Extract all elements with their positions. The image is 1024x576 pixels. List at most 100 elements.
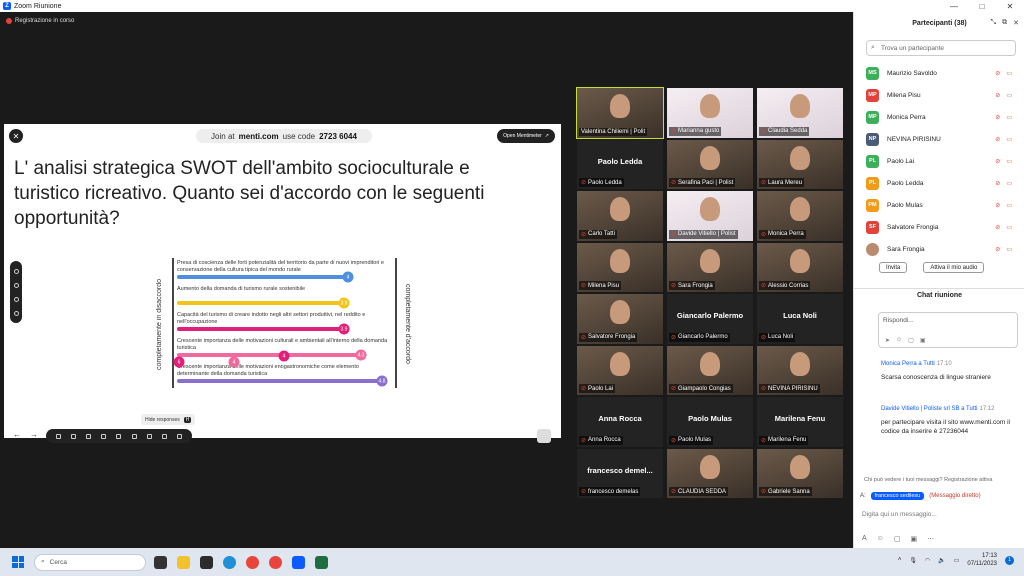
minimize-button[interactable]: — (940, 0, 968, 12)
close-panel-icon[interactable]: ✕ (1013, 19, 1019, 27)
store-icon[interactable] (200, 555, 213, 569)
participant-row[interactable]: PM Paolo Mulas ⊘ ▭ (866, 194, 1016, 216)
participant-row[interactable]: PL Paolo Lai ⊘ ▭ (866, 150, 1016, 172)
participant-name: Paolo Ledda (887, 179, 924, 187)
participant-video-tile[interactable]: ⊘ CLAUDIA SEDDA (667, 448, 753, 498)
participant-row[interactable]: PL Paolo Ledda ⊘ ▭ (866, 172, 1016, 194)
participant-video-tile[interactable]: ⊘ Salvatore Frongia (577, 294, 663, 344)
mic-muted-icon: ⊘ (995, 136, 1001, 143)
taskbar-search-input[interactable]: ⌕ Cerca (34, 553, 146, 571)
grid-icon[interactable] (146, 433, 152, 439)
participant-video-tile[interactable]: ⊘ Marianna gusto (667, 88, 753, 138)
hide-results-icon[interactable] (71, 433, 77, 439)
participant-video-tile[interactable]: francesco demel... ⊘ francesco demelas (577, 448, 663, 498)
qa-icon[interactable] (131, 433, 137, 439)
reply-tools: ➤ ☺ ▢ ▣ (885, 337, 926, 344)
edge-icon[interactable] (223, 555, 236, 569)
windows-start-icon[interactable] (12, 556, 24, 568)
comments-icon[interactable] (116, 433, 122, 439)
privacy-note[interactable]: Chi può vedere i tuoi messaggi? Registra… (864, 477, 992, 483)
previous-slide-icon[interactable]: ← (13, 430, 21, 439)
participant-video-tile[interactable]: ⊘ Claudia Sedda (757, 88, 843, 138)
recipient-dropdown[interactable]: francesco sedilesu (870, 492, 925, 500)
participant-search-input[interactable]: ⌕ Trova un partecipante (866, 40, 1016, 56)
file-icon[interactable]: ▢ (894, 535, 901, 543)
emoji-icon[interactable]: ☺ (896, 337, 902, 344)
close-icon[interactable]: ✕ (9, 129, 23, 143)
hide-responses-icon[interactable] (161, 433, 167, 439)
participant-video-tile[interactable]: ⊘ Serafina Paci | Polist (667, 139, 753, 189)
open-mentimeter-button[interactable]: Open Mentimeter ↗ (497, 129, 555, 143)
reply-box[interactable]: Rispondi... ➤ ☺ ▢ ▣ (878, 312, 1018, 348)
chrome-profile-icon[interactable] (269, 555, 282, 569)
chat-input[interactable]: Digita qui un messaggio... (862, 511, 937, 518)
participant-video-tile[interactable]: ⊘ Alessio Corrias (757, 242, 843, 292)
close-window-button[interactable]: ✕ (996, 0, 1024, 12)
reactions-icon[interactable] (101, 433, 107, 439)
screenshot-icon[interactable]: ▣ (910, 535, 917, 543)
participant-video-tile[interactable]: ⊘ NEVINA PIRISINU (757, 345, 843, 395)
participant-video-tile[interactable]: Paolo Mulas ⊘ Paolo Mulas (667, 397, 753, 447)
participant-video-tile[interactable]: ⊘ Gabriele Sanna (757, 448, 843, 498)
more-icon[interactable]: ⋯ (927, 535, 934, 543)
wifi-icon[interactable]: ◠ (925, 557, 930, 564)
maximize-button[interactable]: □ (968, 0, 996, 12)
participant-video-tile[interactable]: ⊘ Giampaolo Congias (667, 345, 753, 395)
participant-video-tile[interactable]: Luca Noli ⊘ Luca Noli (757, 294, 843, 344)
participant-display-name: francesco demel... (587, 465, 653, 475)
average-dot: 4 (342, 271, 354, 283)
excel-icon[interactable] (315, 555, 328, 569)
qr-icon[interactable] (86, 433, 92, 439)
block-icon[interactable] (176, 433, 182, 439)
participant-video-tile[interactable]: ⊘ Paolo Lai (577, 345, 663, 395)
participant-video-tile[interactable]: ⊘ Carlo Tatti (577, 191, 663, 241)
timer-icon[interactable] (13, 296, 19, 302)
clock[interactable]: 17:13 07/11/2023 (967, 552, 997, 568)
file-icon[interactable]: ▢ (908, 337, 914, 344)
video-feed (790, 454, 810, 479)
participant-video-tile[interactable]: Marilena Fenu ⊘ Marilena Fenu (757, 397, 843, 447)
send-icon[interactable]: ➤ (885, 337, 890, 344)
popout-icon[interactable]: ⧉ (1002, 19, 1007, 27)
volume-icon[interactable]: 🔈 (938, 557, 945, 564)
participant-row[interactable]: Sara Frongia ⊘ ▭ (866, 238, 1016, 260)
participants-counter-icon[interactable] (537, 429, 551, 443)
participant-row[interactable]: MP Milena Pisu ⊘ ▭ (866, 84, 1016, 106)
participant-row[interactable]: MS Maurizio Savoldo ⊘ ▭ (866, 62, 1016, 84)
reaction-icon[interactable] (13, 268, 19, 274)
tile-name-label: ⊘ Milena Pisu (579, 281, 622, 290)
fullscreen-icon[interactable] (56, 433, 62, 439)
participant-row[interactable]: NP NEVINA PIRISINU ⊘ ▭ (866, 128, 1016, 150)
file-explorer-icon[interactable] (177, 555, 190, 569)
participant-row[interactable]: SF Salvatore Frongia ⊘ ▭ (866, 216, 1016, 238)
battery-icon[interactable]: ▭ (954, 557, 960, 564)
mic-muted-icon: ⊘ (671, 437, 677, 444)
settings-icon[interactable] (13, 282, 19, 288)
participant-video-tile[interactable]: ⊘ Milena Pisu (577, 242, 663, 292)
task-view-icon[interactable] (154, 555, 167, 569)
chrome-icon[interactable] (246, 555, 259, 569)
participant-video-tile[interactable]: Paolo Ledda ⊘ Paolo Ledda (577, 139, 663, 189)
participant-video-tile[interactable]: ⊘ Davide Vitiello | Polist (667, 191, 753, 241)
unmute-self-button[interactable]: Attiva il mio audio (923, 262, 985, 273)
collapse-icon[interactable]: ⤡ (991, 19, 997, 27)
invite-button[interactable]: Invita (879, 262, 908, 273)
edit-icon[interactable] (13, 310, 19, 316)
participant-video-tile[interactable]: ⊘ Laura Mereu (757, 139, 843, 189)
participant-video-tile[interactable]: Anna Rocca ⊘ Anna Rocca (577, 397, 663, 447)
participant-video-tile[interactable]: Valentina Chiliemi | Polit (576, 87, 664, 139)
notification-badge[interactable]: 1 (1005, 555, 1014, 565)
format-icon[interactable]: A (862, 535, 867, 543)
participant-video-tile[interactable]: ⊘ Monica Perra (757, 191, 843, 241)
mic-muted-icon: ⊘ (581, 334, 587, 341)
participant-video-tile[interactable]: ⊘ Sara Frongia (667, 242, 753, 292)
chevron-up-icon[interactable]: ˄ (898, 557, 902, 563)
participant-row[interactable]: MP Monica Perra ⊘ ▭ (866, 106, 1016, 128)
zoom-icon[interactable] (292, 555, 305, 569)
screenshot-icon[interactable]: ▣ (920, 337, 926, 344)
next-slide-icon[interactable]: → (30, 430, 38, 439)
microphone-icon[interactable]: 🎙 (909, 557, 917, 564)
recording-indicator[interactable]: Registrazione in corso (6, 18, 74, 24)
emoji-icon[interactable]: ☺ (877, 535, 884, 543)
participant-video-tile[interactable]: Giancarlo Palermo ⊘ Giancarlo Palermo (667, 294, 753, 344)
